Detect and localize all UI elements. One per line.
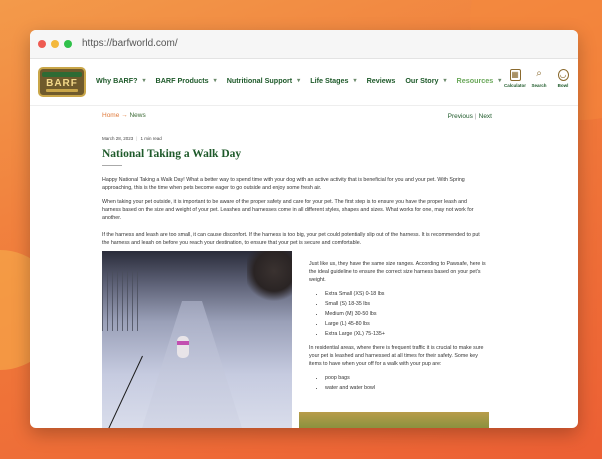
barf-logo[interactable]: BARF: [38, 67, 86, 97]
article-paragraph: If the harness and leash are too small, …: [102, 232, 480, 246]
close-window-button[interactable]: [38, 40, 46, 48]
maximize-window-button[interactable]: [64, 40, 72, 48]
chevron-down-icon: ▾: [353, 78, 357, 84]
list-item: poop bags: [325, 374, 491, 382]
header-tools: ▦ Calculator ⌕ Search ◡ Bowl: [504, 68, 572, 89]
menu-item-life-stages[interactable]: Life Stages ▾: [310, 76, 356, 85]
article-date: March 28, 2023: [102, 136, 134, 141]
menu-item-barf-products[interactable]: BARF Products ▾: [156, 76, 217, 85]
list-item: Large (L) 45-80 lbs: [325, 320, 491, 328]
bowl-button[interactable]: ◡ Bowl: [554, 69, 572, 88]
bowl-icon: ◡: [557, 69, 569, 81]
size-list: Extra Small (XS) 0-18 lbs Small (S) 18-3…: [309, 290, 491, 338]
article-meta: March 28, 2023 | 1 min read: [102, 136, 162, 141]
browser-titlebar: https://barfworld.com/: [30, 30, 578, 59]
address-bar[interactable]: https://barfworld.com/: [82, 38, 178, 49]
chevron-down-icon: ▾: [443, 78, 447, 84]
breadcrumb-current[interactable]: News: [129, 112, 145, 119]
list-item: Extra Small (XS) 0-18 lbs: [325, 290, 491, 298]
site-header: BARF Why BARF? ▾ BARF Products ▾ Nutrition…: [30, 59, 578, 106]
list-item: Small (S) 18-35 lbs: [325, 300, 491, 308]
list-item: water and water bowl: [325, 384, 491, 392]
chevron-down-icon: ▾: [213, 78, 217, 84]
chevron-down-icon: ▾: [142, 78, 146, 84]
browser-window: https://barfworld.com/ BARF Why BARF? ▾ B…: [30, 30, 578, 428]
search-button[interactable]: ⌕ Search: [530, 68, 548, 89]
breadcrumb-home[interactable]: Home: [102, 112, 119, 119]
previous-link[interactable]: Previous: [448, 113, 473, 120]
menu-item-our-story[interactable]: Our Story ▾: [405, 76, 446, 85]
menu-item-reviews[interactable]: Reviews: [367, 76, 396, 85]
grass-photo: [299, 412, 489, 428]
next-link[interactable]: Next: [479, 113, 492, 120]
search-icon: ⌕: [536, 68, 542, 79]
article-paragraph: When taking your pet outside, it is impo…: [102, 199, 474, 221]
chevron-down-icon: ▾: [498, 78, 502, 84]
side-intro: Just like us, they have the same size ra…: [309, 261, 486, 283]
menu-item-resources[interactable]: Resources ▾: [457, 76, 502, 85]
side-paragraph: In residential areas, where there is fre…: [309, 345, 484, 367]
article-side-text: Just like us, they have the same size ra…: [309, 260, 491, 398]
chevron-down-icon: ▾: [297, 78, 301, 84]
article-pager: Previous | Next: [447, 113, 492, 120]
main-menu: Why BARF? ▾ BARF Products ▾ Nutritional Su…: [96, 76, 501, 85]
calculator-button[interactable]: ▦ Calculator: [504, 69, 526, 88]
calculator-icon: ▦: [509, 69, 521, 81]
list-item: Medium (M) 30-50 lbs: [325, 310, 491, 318]
dog-walking-snow-photo: [102, 251, 292, 428]
read-time: 1 min read: [140, 136, 162, 141]
list-item: Extra Large (XL) 75-135+: [325, 330, 491, 338]
key-items-list: poop bags water and water bowl: [309, 374, 491, 392]
minimize-window-button[interactable]: [51, 40, 59, 48]
breadcrumb: Home → News: [102, 112, 146, 119]
menu-item-why-barf[interactable]: Why BARF? ▾: [96, 76, 146, 85]
page-title: National Taking a Walk Day: [102, 148, 242, 160]
menu-item-nutritional-support[interactable]: Nutritional Support ▾: [227, 76, 301, 85]
title-divider: [102, 165, 122, 166]
article-paragraph: Happy National Taking a Walk Day! What a…: [102, 177, 465, 191]
